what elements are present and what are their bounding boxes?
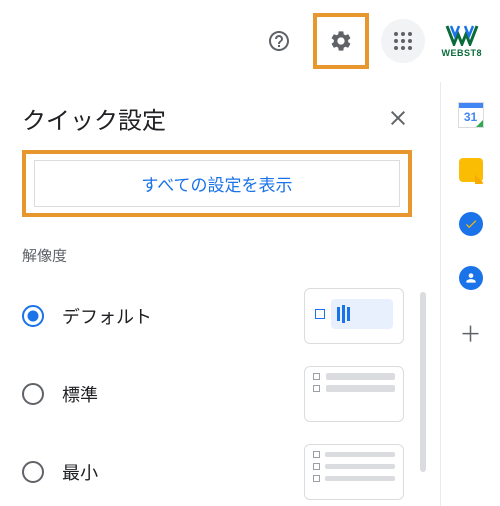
settings-button[interactable] — [321, 21, 361, 61]
density-option-standard[interactable]: 標準 — [22, 366, 404, 422]
density-preview-standard — [304, 366, 404, 422]
density-option-label: 最小 — [62, 459, 286, 485]
side-panel: 31 ＋ — [440, 82, 500, 506]
scrollbar[interactable] — [420, 292, 426, 472]
contacts-app-icon[interactable] — [459, 266, 483, 290]
density-option-compact[interactable]: 最小 — [22, 444, 404, 500]
calendar-app-icon[interactable]: 31 — [458, 102, 484, 128]
quick-settings-panel: クイック設定 すべての設定を表示 解像度 デフォルト 標準 — [0, 82, 440, 506]
brand-logo-icon — [445, 24, 479, 46]
calendar-day: 31 — [464, 110, 477, 124]
settings-highlight-box — [313, 13, 369, 69]
help-button[interactable] — [257, 19, 301, 63]
density-option-label: デフォルト — [62, 303, 286, 329]
gear-icon — [329, 29, 353, 53]
keep-app-icon[interactable] — [459, 158, 483, 182]
density-preview-compact — [304, 444, 404, 500]
radio-icon — [22, 383, 44, 405]
all-settings-button[interactable]: すべての設定を表示 — [34, 160, 400, 207]
radio-icon — [22, 305, 44, 327]
apps-icon — [391, 29, 415, 53]
app-header: WEBST8 — [0, 0, 500, 82]
all-settings-highlight-box: すべての設定を表示 — [22, 150, 412, 217]
brand-logo-block: WEBST8 — [441, 24, 482, 58]
density-options: デフォルト 標準 最小 — [22, 288, 440, 500]
density-option-default[interactable]: デフォルト — [22, 288, 404, 344]
add-app-button[interactable]: ＋ — [458, 320, 484, 346]
help-icon — [267, 29, 291, 53]
panel-header: クイック設定 — [22, 100, 440, 136]
panel-title: クイック設定 — [22, 101, 166, 136]
person-icon — [464, 271, 478, 285]
density-preview-default — [304, 288, 404, 344]
density-option-label: 標準 — [62, 381, 286, 407]
plus-icon: ＋ — [459, 317, 481, 349]
tasks-app-icon[interactable] — [459, 212, 483, 236]
radio-icon — [22, 461, 44, 483]
close-icon — [386, 106, 410, 130]
main-layout: クイック設定 すべての設定を表示 解像度 デフォルト 標準 — [0, 82, 500, 506]
tasks-icon — [464, 217, 478, 231]
apps-button[interactable] — [381, 19, 425, 63]
brand-text: WEBST8 — [441, 48, 482, 58]
density-section-label: 解像度 — [22, 245, 440, 266]
close-button[interactable] — [380, 100, 416, 136]
